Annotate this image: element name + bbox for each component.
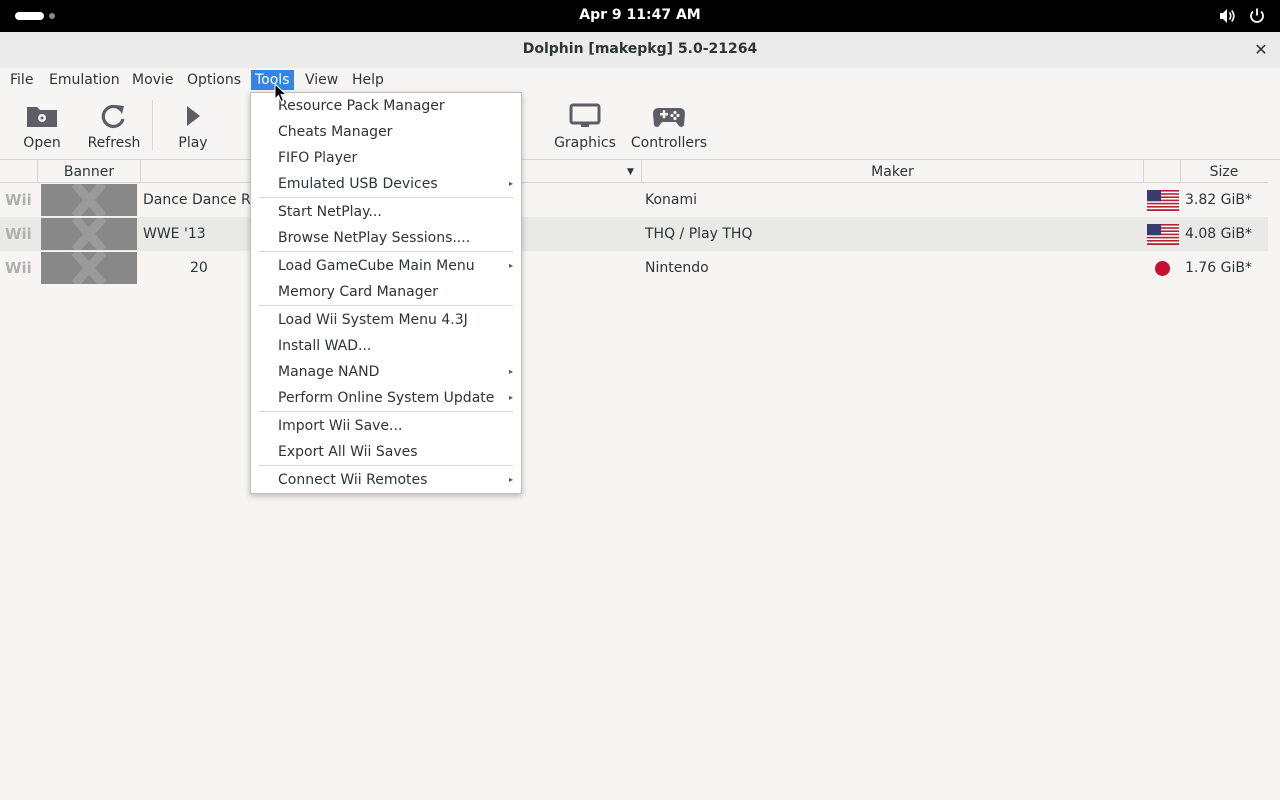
submenu-arrow-icon: ▸ [509, 367, 514, 376]
monitor-icon [569, 103, 601, 127]
column-platform[interactable] [0, 160, 38, 182]
game-list: Banner ▼ Maker Size Wii Dance Dance Re K… [0, 160, 1280, 800]
menu-label: Help [352, 72, 384, 88]
menu-label: View [305, 72, 339, 88]
close-icon[interactable]: ✕ [1252, 41, 1270, 59]
menu-separator [259, 411, 513, 412]
play-button[interactable]: Play [164, 92, 222, 158]
menu-separator [259, 465, 513, 466]
controllers-button[interactable]: Controllers [628, 92, 710, 158]
game-title: 20 [190, 260, 208, 276]
menubar: File Emulation Movie Options Tools View … [0, 68, 1280, 92]
menu-item-emulated-usb-devices[interactable]: Emulated USB Devices [278, 172, 438, 196]
open-button[interactable]: Open [10, 92, 74, 158]
submenu-arrow-icon: ▸ [509, 179, 514, 188]
mouse-cursor-icon [274, 83, 288, 103]
game-title: WWE '13 [143, 226, 206, 242]
play-icon [187, 106, 200, 126]
menu-label: File [10, 72, 34, 88]
menu-item-perform-online-system-update[interactable]: Perform Online System Update [278, 386, 494, 410]
menu-emulation[interactable]: Emulation [45, 70, 124, 90]
menu-item-connect-wii-remotes[interactable]: Connect Wii Remotes [278, 468, 427, 492]
menu-item-load-gamecube-main-menu[interactable]: Load GameCube Main Menu [278, 254, 475, 278]
submenu-arrow-icon: ▸ [509, 393, 514, 402]
volume-icon[interactable] [1218, 7, 1236, 25]
menu-label: Emulation [49, 72, 120, 88]
tools-menu: Resource Pack Manager Cheats Manager FIF… [250, 92, 522, 494]
gamepad-icon [653, 108, 685, 127]
game-title: Dance Dance Re [143, 192, 250, 208]
menu-item-browse-netplay-sessions[interactable]: Browse NetPlay Sessions.... [278, 226, 470, 250]
menu-label: Options [187, 72, 242, 88]
column-maker[interactable]: Maker [642, 160, 1144, 182]
window-titlebar: Dolphin [makepkg] 5.0-21264 ✕ [0, 32, 1280, 69]
refresh-label: Refresh [87, 135, 141, 151]
column-region[interactable] [1144, 160, 1181, 182]
power-icon[interactable] [1248, 7, 1266, 25]
menu-file[interactable]: File [6, 70, 37, 90]
menu-separator [259, 251, 513, 252]
game-size: 3.82 GiB* [1185, 192, 1252, 208]
menu-item-start-netplay[interactable]: Start NetPlay... [278, 200, 382, 224]
banner-placeholder-icon [41, 218, 137, 250]
game-maker: THQ / Play THQ [645, 226, 753, 242]
menu-item-install-wad[interactable]: Install WAD... [278, 334, 371, 358]
japan-flag-icon [1155, 261, 1170, 276]
menu-help[interactable]: Help [348, 70, 388, 90]
refresh-icon [101, 104, 125, 129]
graphics-label: Graphics [554, 135, 616, 151]
toolbar: Open Refresh Play g Graphics [0, 92, 1280, 160]
sort-down-icon: ▼ [627, 167, 634, 177]
menu-separator [259, 197, 513, 198]
banner-placeholder-icon [41, 184, 137, 216]
game-maker: Nintendo [645, 260, 709, 276]
menu-item-cheats-manager[interactable]: Cheats Manager [278, 120, 392, 144]
game-maker: Konami [645, 192, 698, 208]
platform-label: Wii [5, 191, 32, 209]
graphics-button[interactable]: Graphics [550, 92, 620, 158]
game-size: 1.76 GiB* [1185, 260, 1252, 276]
banner-placeholder-icon [41, 252, 137, 284]
system-top-bar: Apr 9 11:47 AM [0, 0, 1280, 32]
toolbar-separator [152, 100, 153, 150]
column-banner[interactable]: Banner [38, 160, 141, 182]
controllers-label: Controllers [630, 135, 708, 151]
menu-item-memory-card-manager[interactable]: Memory Card Manager [278, 280, 438, 304]
platform-label: Wii [5, 259, 32, 277]
table-header: Banner ▼ Maker Size [0, 160, 1268, 183]
column-size[interactable]: Size [1181, 160, 1267, 182]
game-size: 4.08 GiB* [1185, 226, 1252, 242]
clock[interactable]: Apr 9 11:47 AM [0, 7, 1280, 23]
open-label: Open [23, 135, 61, 151]
menu-movie[interactable]: Movie [128, 70, 177, 90]
play-label: Play [178, 135, 208, 151]
table-row[interactable]: Wii Dance Dance Re Konami 3.82 GiB* [0, 183, 1268, 217]
menu-label: Movie [132, 72, 174, 88]
window-title: Dolphin [makepkg] 5.0-21264 [522, 41, 758, 57]
menu-item-import-wii-save[interactable]: Import Wii Save... [278, 414, 402, 438]
menu-options[interactable]: Options [183, 70, 245, 90]
folder-icon [27, 107, 57, 127]
menu-separator [259, 305, 513, 306]
us-flag-icon [1147, 190, 1179, 211]
refresh-button[interactable]: Refresh [80, 92, 148, 158]
menu-item-fifo-player[interactable]: FIFO Player [278, 146, 357, 170]
submenu-arrow-icon: ▸ [509, 261, 514, 270]
menu-item-resource-pack-manager[interactable]: Resource Pack Manager [278, 94, 445, 118]
table-row[interactable]: Wii 20 Nintendo 1.76 GiB* [0, 251, 1268, 285]
submenu-arrow-icon: ▸ [509, 475, 514, 484]
us-flag-icon [1147, 224, 1179, 245]
menu-view[interactable]: View [301, 70, 342, 90]
menu-item-export-all-wii-saves[interactable]: Export All Wii Saves [278, 440, 418, 464]
menu-item-load-wii-system-menu[interactable]: Load Wii System Menu 4.3J [278, 308, 468, 332]
menu-item-manage-nand[interactable]: Manage NAND [278, 360, 379, 384]
table-row[interactable]: Wii WWE '13 THQ / Play THQ 4.08 GiB* [0, 217, 1268, 251]
platform-label: Wii [5, 225, 32, 243]
